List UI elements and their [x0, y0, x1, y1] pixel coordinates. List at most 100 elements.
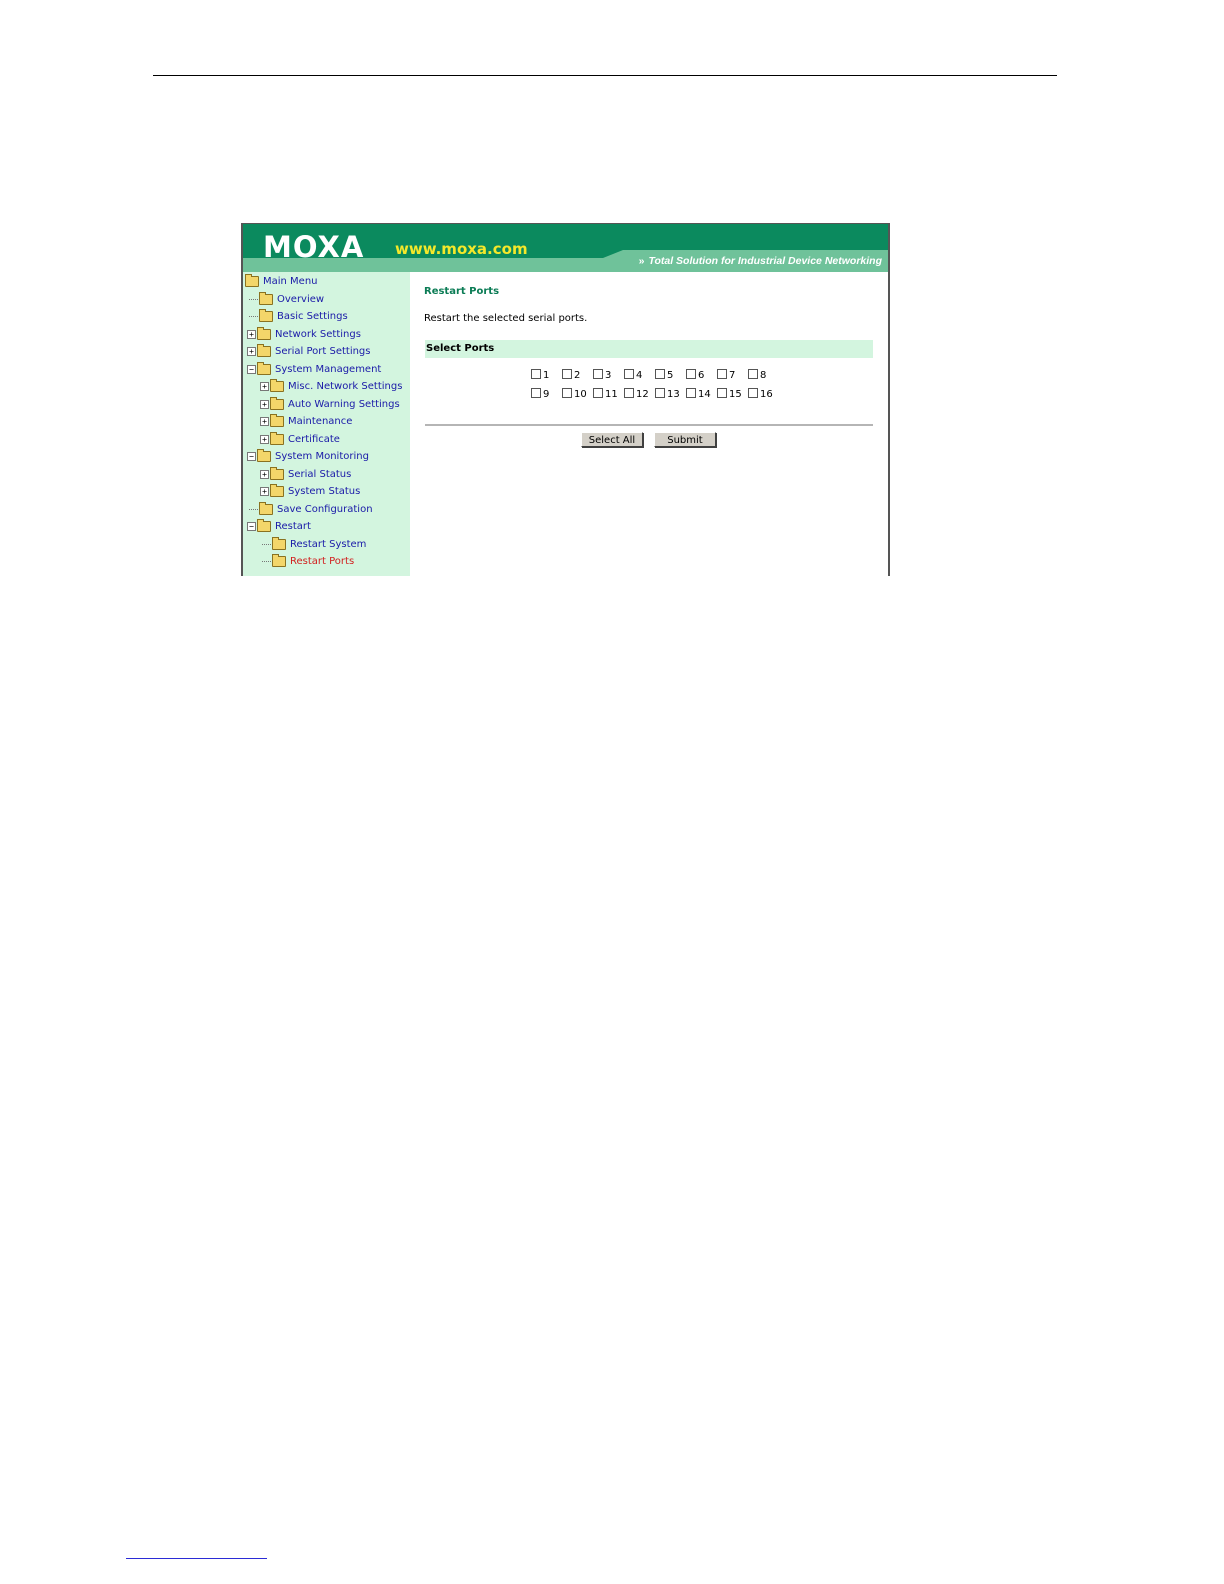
checkbox-icon[interactable] — [655, 388, 665, 398]
sidebar-item-label: Main Menu — [263, 276, 318, 287]
sidebar-item-serial-port-settings[interactable]: + Serial Port Settings — [247, 343, 371, 360]
sidebar-item-label: Save Configuration — [277, 504, 373, 515]
checkbox-icon[interactable] — [686, 369, 696, 379]
double-chevron-icon: » — [638, 255, 645, 267]
sidebar-item-system-management[interactable]: − System Management — [247, 361, 381, 378]
sidebar-item-label: Serial Port Settings — [275, 346, 371, 357]
port-16-checkbox[interactable]: 16 — [748, 388, 779, 401]
expand-icon[interactable]: + — [247, 329, 256, 339]
port-5-checkbox[interactable]: 5 — [655, 369, 686, 382]
folder-icon — [259, 291, 273, 305]
sidebar-item-serial-status[interactable]: + Serial Status — [260, 466, 351, 483]
expand-icon[interactable]: + — [247, 346, 256, 356]
sidebar-item-overview[interactable]: Overview — [249, 291, 324, 308]
folder-open-icon — [257, 361, 271, 375]
folder-icon — [272, 536, 286, 550]
sidebar-item-label: Overview — [277, 294, 325, 305]
select-all-button[interactable]: Select All — [581, 432, 643, 447]
checkbox-icon[interactable] — [686, 388, 696, 398]
folder-icon — [270, 378, 284, 392]
port-15-checkbox[interactable]: 15 — [717, 388, 748, 401]
expand-icon[interactable]: + — [260, 486, 269, 496]
website-link[interactable]: www.moxa.com — [395, 239, 528, 259]
port-12-checkbox[interactable]: 12 — [624, 388, 655, 401]
port-label: 3 — [605, 370, 612, 381]
expand-icon[interactable]: + — [260, 381, 269, 391]
sidebar-item-label: Basic Settings — [277, 311, 348, 322]
sidebar-item-restart[interactable]: − Restart — [247, 518, 311, 535]
moxa-logo[interactable]: MOXA — [263, 230, 364, 264]
sidebar-item-basic-settings[interactable]: Basic Settings — [249, 308, 348, 325]
port-label: 5 — [667, 370, 674, 381]
tree-connector — [262, 543, 271, 545]
checkbox-icon[interactable] — [748, 369, 758, 379]
port-label: 9 — [543, 389, 550, 400]
port-1-checkbox[interactable]: 1 — [531, 369, 562, 382]
port-14-checkbox[interactable]: 14 — [686, 388, 717, 401]
sidebar-item-label: Restart System — [290, 539, 367, 550]
sidebar-item-save-configuration[interactable]: Save Configuration — [249, 501, 373, 518]
checkbox-icon[interactable] — [624, 369, 634, 379]
sidebar-item-system-status[interactable]: + System Status — [260, 483, 360, 500]
port-label: 1 — [543, 370, 550, 381]
sidebar-item-misc-network-settings[interactable]: + Misc. Network Settings — [260, 378, 402, 395]
sidebar-item-restart-ports[interactable]: Restart Ports — [262, 553, 354, 570]
sidebar-item-label: Auto Warning Settings — [288, 399, 400, 410]
checkbox-icon[interactable] — [624, 388, 634, 398]
port-2-checkbox[interactable]: 2 — [562, 369, 593, 382]
page-header-rule — [153, 75, 1057, 76]
folder-icon — [257, 326, 271, 340]
sidebar-item-label: Restart — [275, 521, 311, 532]
checkbox-icon[interactable] — [717, 369, 727, 379]
divider — [425, 424, 873, 426]
port-4-checkbox[interactable]: 4 — [624, 369, 655, 382]
port-8-checkbox[interactable]: 8 — [748, 369, 779, 382]
folder-icon — [270, 413, 284, 427]
submit-button[interactable]: Submit — [654, 432, 716, 447]
sidebar-item-auto-warning-settings[interactable]: + Auto Warning Settings — [260, 396, 400, 413]
sidebar-item-restart-system[interactable]: Restart System — [262, 536, 366, 553]
tree-connector — [262, 560, 271, 562]
sidebar-item-label: Maintenance — [288, 416, 353, 427]
sidebar-item-network-settings[interactable]: + Network Settings — [247, 326, 361, 343]
folder-icon — [270, 396, 284, 410]
folder-icon — [257, 343, 271, 357]
checkbox-icon[interactable] — [531, 388, 541, 398]
port-label: 11 — [605, 389, 618, 400]
checkbox-icon[interactable] — [655, 369, 665, 379]
folder-icon — [270, 466, 284, 480]
expand-icon[interactable]: + — [260, 399, 269, 409]
port-9-checkbox[interactable]: 9 — [531, 388, 562, 401]
checkbox-icon[interactable] — [593, 369, 603, 379]
checkbox-icon[interactable] — [717, 388, 727, 398]
port-3-checkbox[interactable]: 3 — [593, 369, 624, 382]
checkbox-icon[interactable] — [593, 388, 603, 398]
sidebar-item-main-menu[interactable]: Main Menu — [245, 273, 318, 290]
page-title: Restart Ports — [424, 286, 500, 297]
expand-icon[interactable]: + — [260, 416, 269, 426]
checkbox-icon[interactable] — [531, 369, 541, 379]
checkbox-icon[interactable] — [562, 369, 572, 379]
port-11-checkbox[interactable]: 11 — [593, 388, 624, 401]
collapse-icon[interactable]: − — [247, 451, 256, 461]
port-label: 8 — [760, 370, 767, 381]
port-10-checkbox[interactable]: 10 — [562, 388, 593, 401]
sidebar-item-label: Network Settings — [275, 329, 361, 340]
checkbox-icon[interactable] — [562, 388, 572, 398]
sidebar-item-certificate[interactable]: + Certificate — [260, 431, 340, 448]
port-label: 4 — [636, 370, 643, 381]
collapse-icon[interactable]: − — [247, 521, 256, 531]
section-header: Select Ports — [425, 340, 873, 358]
port-7-checkbox[interactable]: 7 — [717, 369, 748, 382]
expand-icon[interactable]: + — [260, 434, 269, 444]
collapse-icon[interactable]: − — [247, 364, 256, 374]
port-13-checkbox[interactable]: 13 — [655, 388, 686, 401]
page-description: Restart the selected serial ports. — [424, 313, 588, 324]
checkbox-icon[interactable] — [748, 388, 758, 398]
sidebar-item-system-monitoring[interactable]: − System Monitoring — [247, 448, 369, 465]
sidebar-item-maintenance[interactable]: + Maintenance — [260, 413, 352, 430]
expand-icon[interactable]: + — [260, 469, 269, 479]
port-6-checkbox[interactable]: 6 — [686, 369, 717, 382]
port-label: 14 — [698, 389, 711, 400]
tree-connector — [249, 298, 258, 300]
